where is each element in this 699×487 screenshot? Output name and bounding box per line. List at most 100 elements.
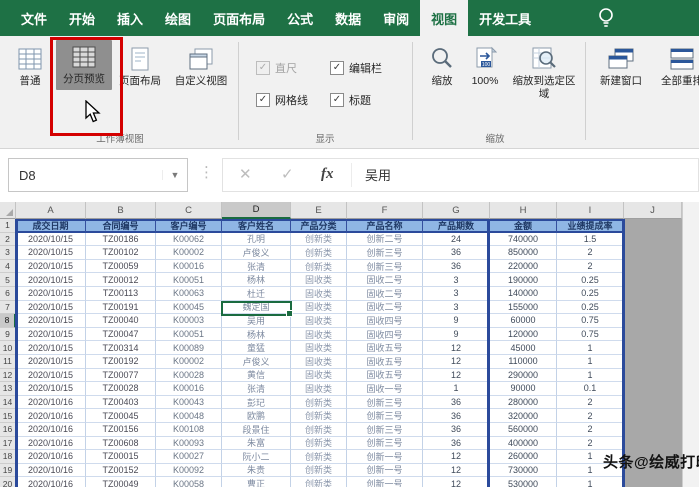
cell-A18[interactable]: 2020/10/16 [16,450,86,464]
cell-C3[interactable]: K00002 [156,246,222,260]
cell-B17[interactable]: TZ00608 [86,437,156,451]
cell-A12[interactable]: 2020/10/15 [16,369,86,383]
cell-I11[interactable]: 1 [557,355,624,369]
cell-A1[interactable]: 成交日期 [16,219,86,233]
vertical-scrollbar[interactable] [682,202,699,487]
tab-review[interactable]: 审阅 [372,0,420,36]
select-all-corner[interactable] [0,202,16,219]
cell-G7[interactable]: 3 [423,301,490,315]
cell-G12[interactable]: 12 [423,369,490,383]
cell-C16[interactable]: K00108 [156,423,222,437]
cell-D1[interactable]: 客户姓名 [222,219,291,233]
cell-H11[interactable]: 110000 [490,355,557,369]
page-layout-view-button[interactable]: 页面布局 [112,42,168,88]
tell-me-lightbulb-icon[interactable] [594,6,618,30]
cell-C14[interactable]: K00043 [156,396,222,410]
cell-F1[interactable]: 产品名称 [347,219,423,233]
cell-F11[interactable]: 固收五号 [347,355,423,369]
cell-H7[interactable]: 155000 [490,301,557,315]
cell-C18[interactable]: K00027 [156,450,222,464]
cell-A2[interactable]: 2020/10/15 [16,233,86,247]
cell-H18[interactable]: 260000 [490,450,557,464]
cell-A8[interactable]: 2020/10/15 [16,314,86,328]
cell-B8[interactable]: TZ00040 [86,314,156,328]
cell-E5[interactable]: 固收类 [291,273,347,287]
row-header-15[interactable]: 15 [0,409,16,423]
cell-H9[interactable]: 120000 [490,328,557,342]
row-header-4[interactable]: 4 [0,260,16,274]
zoom-to-selection-button[interactable]: 缩放到选定区域 [510,42,578,101]
tab-page-layout[interactable]: 页面布局 [202,0,276,36]
page-break-preview-button[interactable]: 分页预览 [56,40,112,90]
cell-B6[interactable]: TZ00113 [86,287,156,301]
tab-home[interactable]: 开始 [58,0,106,36]
cell-B2[interactable]: TZ00186 [86,233,156,247]
cell-F16[interactable]: 创新三号 [347,423,423,437]
cell-F2[interactable]: 创新二号 [347,233,423,247]
checkbox-headings[interactable]: ✓ 标题 [330,92,371,108]
cell-F19[interactable]: 创新一号 [347,464,423,478]
cell-D9[interactable]: 杨林 [222,328,291,342]
cell-B11[interactable]: TZ00192 [86,355,156,369]
cell-G13[interactable]: 1 [423,382,490,396]
cell-G6[interactable]: 3 [423,287,490,301]
cell-E18[interactable]: 创新类 [291,450,347,464]
row-header-20[interactable]: 20 [0,477,16,487]
cancel-icon[interactable]: ✕ [239,159,252,189]
cell-G19[interactable]: 12 [423,464,490,478]
cell-A10[interactable]: 2020/10/15 [16,341,86,355]
cell-C8[interactable]: K00003 [156,314,222,328]
cell-C11[interactable]: K00002 [156,355,222,369]
cell-I18[interactable]: 1 [557,450,624,464]
cell-G8[interactable]: 9 [423,314,490,328]
row-header-5[interactable]: 5 [0,273,16,287]
cell-D19[interactable]: 朱贵 [222,464,291,478]
cell-H13[interactable]: 90000 [490,382,557,396]
cell-H3[interactable]: 850000 [490,246,557,260]
cell-B19[interactable]: TZ00152 [86,464,156,478]
cell-A13[interactable]: 2020/10/15 [16,382,86,396]
cell-G17[interactable]: 36 [423,437,490,451]
row-header-11[interactable]: 11 [0,355,16,369]
cell-F17[interactable]: 创新三号 [347,437,423,451]
cell-A4[interactable]: 2020/10/15 [16,260,86,274]
cell-A9[interactable]: 2020/10/15 [16,328,86,342]
cell-G15[interactable]: 36 [423,409,490,423]
column-header-D[interactable]: D [222,202,291,219]
row-header-10[interactable]: 10 [0,341,16,355]
cell-B7[interactable]: TZ00191 [86,301,156,315]
cell-A6[interactable]: 2020/10/15 [16,287,86,301]
cell-B9[interactable]: TZ00047 [86,328,156,342]
cell-I10[interactable]: 1 [557,341,624,355]
cell-E17[interactable]: 创新类 [291,437,347,451]
normal-view-button[interactable]: 普通 [8,42,52,88]
cell-E8[interactable]: 固收类 [291,314,347,328]
cell-G9[interactable]: 9 [423,328,490,342]
column-header-E[interactable]: E [291,202,347,219]
cell-E11[interactable]: 固收类 [291,355,347,369]
cell-D12[interactable]: 黄信 [222,369,291,383]
cell-D7[interactable]: 魏定国 [222,301,291,315]
cell-F9[interactable]: 固收四号 [347,328,423,342]
row-header-8[interactable]: 8 [0,314,16,328]
column-header-A[interactable]: A [16,202,86,219]
cell-G11[interactable]: 12 [423,355,490,369]
cell-B16[interactable]: TZ00156 [86,423,156,437]
row-header-17[interactable]: 17 [0,437,16,451]
cell-I3[interactable]: 2 [557,246,624,260]
cell-C12[interactable]: K00028 [156,369,222,383]
row-header-2[interactable]: 2 [0,233,16,247]
cell-F14[interactable]: 创新三号 [347,396,423,410]
cell-I6[interactable]: 0.25 [557,287,624,301]
row-header-9[interactable]: 9 [0,328,16,342]
cell-H4[interactable]: 220000 [490,260,557,274]
cell-I14[interactable]: 2 [557,396,624,410]
cell-C10[interactable]: K00089 [156,341,222,355]
cell-G14[interactable]: 36 [423,396,490,410]
cell-A3[interactable]: 2020/10/15 [16,246,86,260]
cell-C19[interactable]: K00092 [156,464,222,478]
cell-B12[interactable]: TZ00077 [86,369,156,383]
cell-D17[interactable]: 朱富 [222,437,291,451]
cell-E10[interactable]: 固收类 [291,341,347,355]
cell-C6[interactable]: K00063 [156,287,222,301]
